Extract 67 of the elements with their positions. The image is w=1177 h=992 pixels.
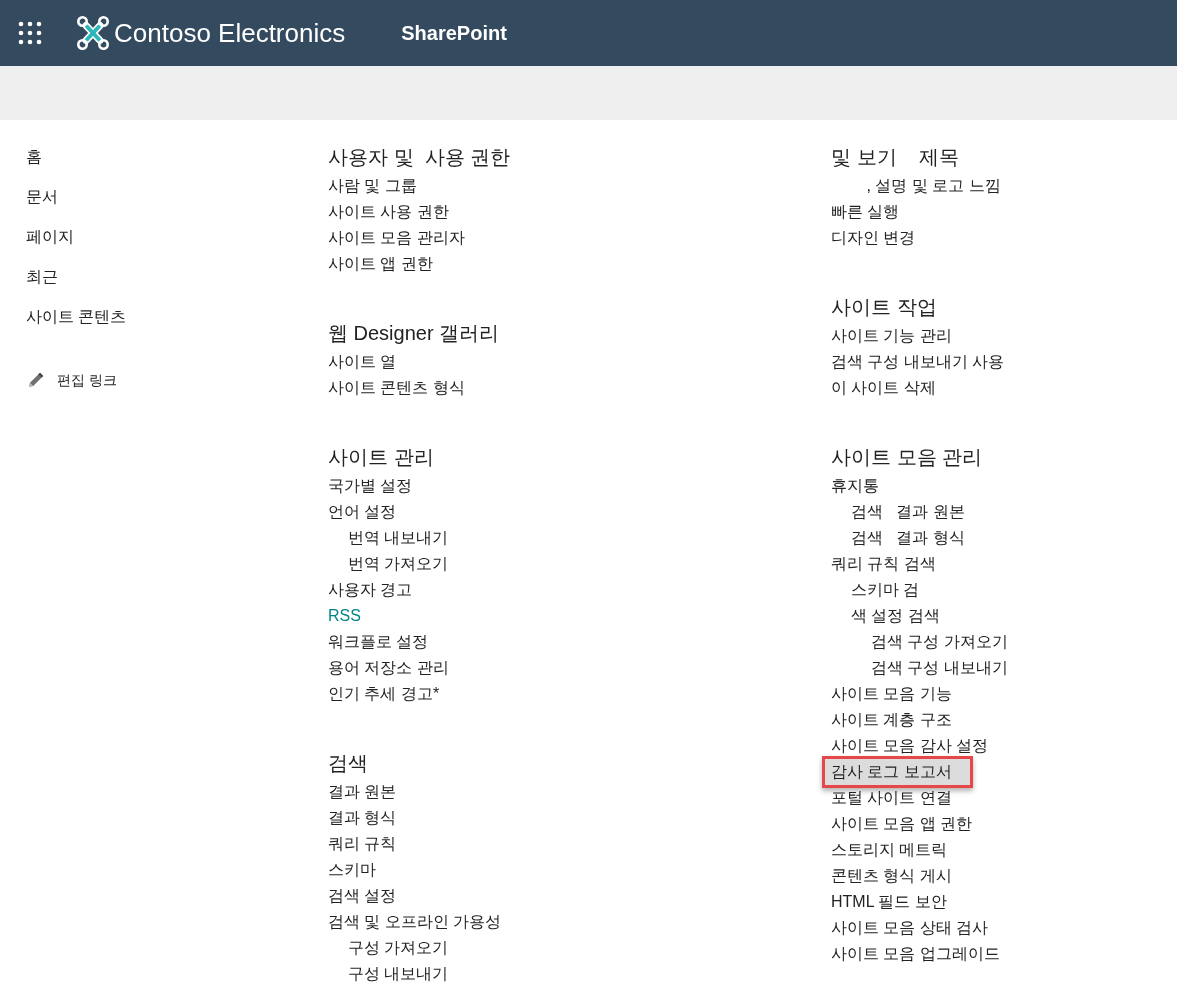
nav-link[interactable]: 홈 xyxy=(26,141,42,173)
logo-icon xyxy=(77,16,109,50)
settings-link[interactable]: 포털 사이트 연결 xyxy=(831,785,952,811)
settings-link[interactable]: 사이트 콘텐츠 형식 xyxy=(328,375,465,401)
nav-link[interactable]: 사이트 콘텐츠 xyxy=(26,301,127,333)
settings-link[interactable]: 빠른 실행 xyxy=(831,199,900,225)
section-heading: 검색 xyxy=(328,751,368,776)
settings-link[interactable]: 언어 설정 xyxy=(328,499,397,525)
app-launcher-button[interactable] xyxy=(18,21,42,45)
waffle-icon xyxy=(18,21,42,45)
settings-link[interactable]: 사람 및 그룹 xyxy=(328,173,417,199)
settings-link[interactable]: 결과 원본 xyxy=(328,779,397,805)
section-heading: 및 보기 제목 xyxy=(831,145,959,170)
settings-link[interactable]: 검색 결과 형식 xyxy=(851,525,965,551)
settings-link[interactable]: 구성 가져오기 xyxy=(348,935,449,961)
section-heading: 사이트 모음 관리 xyxy=(831,445,983,470)
settings-link[interactable]: 사이트 모음 기능 xyxy=(831,681,952,707)
site-title[interactable]: Contoso Electronics xyxy=(114,17,346,49)
settings-link[interactable]: 사이트 모음 앱 권한 xyxy=(831,811,973,837)
settings-link[interactable]: 구성 내보내기 xyxy=(348,961,449,987)
settings-link[interactable]: 번역 가져오기 xyxy=(348,551,449,577)
settings-link[interactable]: 사이트 사용 권한 xyxy=(328,199,449,225)
settings-link[interactable]: 사이트 모음 업그레이드 xyxy=(831,941,1000,967)
settings-link[interactable]: 검색 결과 원본 xyxy=(851,499,965,525)
settings-link[interactable]: 국가별 설정 xyxy=(328,473,413,499)
settings-link[interactable]: 사이트 계층 구조 xyxy=(831,707,952,733)
settings-link[interactable]: 쿼리 규칙 검색 xyxy=(831,551,936,577)
nav-link[interactable]: 최근 xyxy=(26,261,58,293)
settings-link[interactable]: 검색 구성 내보내기 사용 xyxy=(831,349,1005,375)
settings-link[interactable]: 검색 및 오프라인 가용성 xyxy=(328,909,502,935)
settings-link[interactable]: 디자인 변경 xyxy=(831,225,916,251)
settings-link[interactable]: 사이트 앱 권한 xyxy=(328,251,433,277)
settings-link[interactable]: 검색 구성 가져오기 xyxy=(871,629,1008,655)
settings-link[interactable]: 번역 내보내기 xyxy=(348,525,449,551)
settings-link[interactable]: 결과 형식 xyxy=(328,805,397,831)
settings-link[interactable]: HTML 필드 보안 xyxy=(831,889,947,915)
nav-link[interactable]: 문서 xyxy=(26,181,58,213)
settings-link[interactable]: 스키마 xyxy=(328,857,376,883)
settings-link[interactable]: 사이트 기능 관리 xyxy=(831,323,952,349)
settings-link[interactable]: 휴지통 xyxy=(831,473,879,499)
settings-link[interactable]: 검색 구성 내보내기 xyxy=(871,655,1008,681)
nav-link[interactable]: 페이지 xyxy=(26,221,74,253)
settings-link[interactable]: 검색 설정 xyxy=(328,883,397,909)
settings-link[interactable]: 사이트 모음 감사 설정 xyxy=(831,733,989,759)
section-heading: 사용자 및 사용 권한 xyxy=(328,145,511,170)
settings-link[interactable]: 사이트 모음 상태 검사 xyxy=(831,915,989,941)
settings-link[interactable]: 워크플로 설정 xyxy=(328,629,429,655)
app-name[interactable]: SharePoint xyxy=(401,21,507,45)
settings-link[interactable]: 감사 로그 보고서 xyxy=(822,756,973,788)
section-heading: 웹 Designer 갤러리 xyxy=(328,321,500,346)
settings-link[interactable]: 사용자 경고 xyxy=(328,577,413,603)
settings-link[interactable]: 인기 추세 경고* xyxy=(328,681,440,707)
settings-link[interactable]: 사이트 열 xyxy=(328,349,397,375)
pencil-icon xyxy=(28,372,44,388)
settings-link[interactable]: 스토리지 메트릭 xyxy=(831,837,948,863)
settings-link[interactable]: RSS xyxy=(328,603,361,629)
settings-link[interactable]: 쿼리 규칙 xyxy=(328,831,397,857)
edit-links-link[interactable]: 편집 링크 xyxy=(28,368,117,392)
settings-link[interactable]: 스키마 검 xyxy=(851,577,920,603)
settings-link[interactable]: 콘텐츠 형식 게시 xyxy=(831,863,952,889)
settings-link[interactable]: 용어 저장소 관리 xyxy=(328,655,449,681)
settings-link[interactable]: 색 설정 검색 xyxy=(851,603,940,629)
section-heading: 사이트 작업 xyxy=(831,295,937,320)
settings-link[interactable]: 이 사이트 삭제 xyxy=(831,375,936,401)
section-heading: 사이트 관리 xyxy=(328,445,434,470)
settings-link[interactable]: 사이트 모음 관리자 xyxy=(328,225,465,251)
settings-link[interactable]: , 설명 및 로고 느낌 xyxy=(831,173,1001,199)
